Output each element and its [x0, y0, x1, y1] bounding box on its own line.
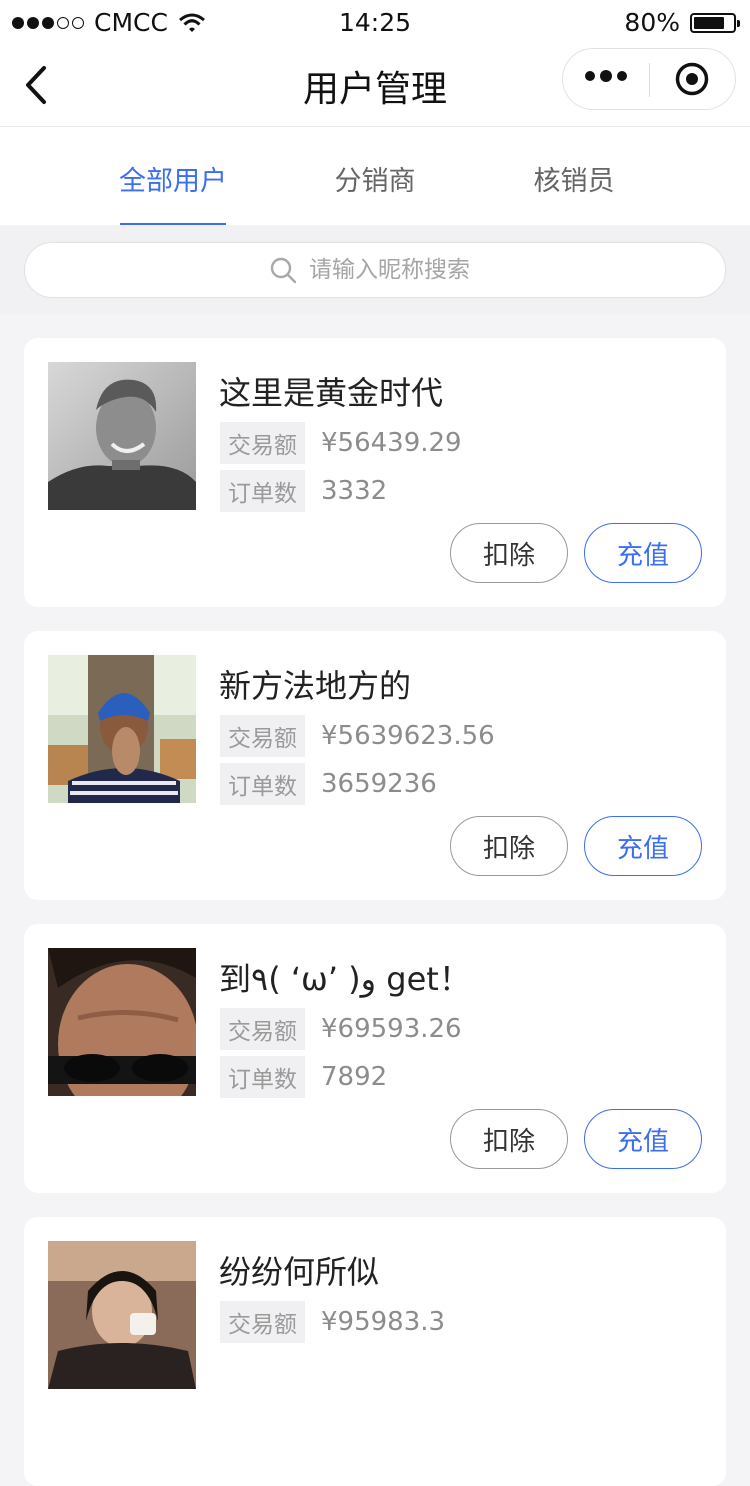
tab-all-users[interactable]: 全部用户	[73, 159, 273, 198]
capsule-divider	[649, 63, 650, 97]
recharge-button[interactable]: 充值	[584, 1109, 702, 1169]
target-circle-icon[interactable]	[675, 62, 709, 96]
amount-row: 交易额 ¥5639623.56	[220, 715, 495, 757]
amount-row: 交易额 ¥56439.29	[220, 422, 462, 464]
search-icon	[270, 257, 297, 284]
deduct-button[interactable]: 扣除	[450, 816, 568, 876]
more-dots-icon[interactable]	[585, 70, 627, 82]
avatar	[48, 362, 196, 510]
user-card: 到٩( ‘ω’ )و get！ 交易额 ¥69593.26 订单数 7892 扣…	[24, 924, 726, 1193]
battery-percent: 80%	[624, 8, 680, 37]
user-card: 纷纷何所似 交易额 ¥95983.3	[24, 1217, 726, 1486]
search-input[interactable]	[307, 256, 481, 284]
orders-value: 3332	[321, 476, 388, 506]
orders-label: 订单数	[220, 763, 305, 805]
deduct-button[interactable]: 扣除	[450, 1109, 568, 1169]
amount-label: 交易额	[220, 1008, 305, 1050]
tab-active-indicator	[120, 223, 226, 225]
amount-value: ¥56439.29	[321, 428, 462, 458]
amount-label: 交易额	[220, 1301, 305, 1343]
mini-program-capsule	[562, 48, 736, 110]
deduct-button[interactable]: 扣除	[450, 523, 568, 583]
user-card: 这里是黄金时代 交易额 ¥56439.29 订单数 3332 扣除 充值	[24, 338, 726, 607]
tab-distributors[interactable]: 分销商	[275, 159, 475, 198]
avatar	[48, 1241, 196, 1389]
amount-value: ¥5639623.56	[321, 721, 495, 751]
orders-row: 订单数 3659236	[220, 763, 437, 805]
nav-bar: 用户管理	[0, 44, 750, 127]
user-name: 新方法地方的	[219, 667, 412, 705]
avatar	[48, 948, 196, 1096]
user-name: 纷纷何所似	[219, 1253, 380, 1291]
amount-row: 交易额 ¥69593.26	[220, 1008, 462, 1050]
search-area	[0, 226, 750, 314]
orders-value: 7892	[321, 1062, 388, 1092]
user-name: 这里是黄金时代	[219, 374, 444, 412]
orders-label: 订单数	[220, 1056, 305, 1098]
battery-icon	[690, 12, 740, 33]
user-card: 新方法地方的 交易额 ¥5639623.56 订单数 3659236 扣除 充值	[24, 631, 726, 900]
status-bar: CMCC 14:25 80%	[0, 0, 750, 44]
tab-bar: 全部用户 分销商 核销员	[0, 127, 750, 225]
amount-label: 交易额	[220, 715, 305, 757]
recharge-button[interactable]: 充值	[584, 523, 702, 583]
orders-row: 订单数 7892	[220, 1056, 387, 1098]
tab-verifiers[interactable]: 核销员	[474, 159, 674, 198]
amount-label: 交易额	[220, 422, 305, 464]
amount-row: 交易额 ¥95983.3	[220, 1301, 445, 1343]
orders-label: 订单数	[220, 470, 305, 512]
orders-row: 订单数 3332	[220, 470, 387, 512]
recharge-button[interactable]: 充值	[584, 816, 702, 876]
search-box[interactable]	[24, 242, 726, 298]
orders-value: 3659236	[321, 769, 437, 799]
status-right: 80%	[624, 8, 740, 37]
amount-value: ¥69593.26	[321, 1014, 462, 1044]
amount-value: ¥95983.3	[321, 1307, 446, 1337]
user-name: 到٩( ‘ω’ )و get！	[219, 960, 471, 998]
avatar	[48, 655, 196, 803]
